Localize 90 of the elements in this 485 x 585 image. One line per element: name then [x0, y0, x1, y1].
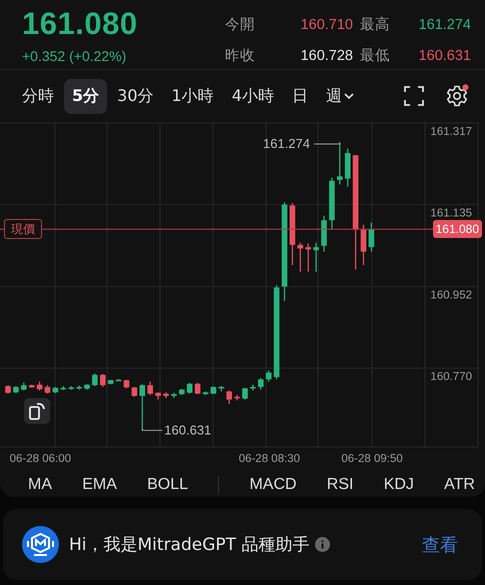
candle [147, 382, 153, 396]
time-axis-label: 06-28 06:00 [10, 453, 71, 465]
stat-value: 160.728 [300, 46, 353, 66]
time-axis-label: 06-28 08:30 [238, 453, 300, 465]
timeframe-tab[interactable]: 4小時 [224, 78, 282, 114]
candle [5, 385, 11, 394]
stat-value: 160.631 [418, 46, 471, 66]
candle [329, 178, 335, 230]
timeframe-tab[interactable]: 1小時 [164, 78, 222, 114]
candle [337, 142, 343, 184]
candle [171, 392, 177, 398]
candle [68, 386, 74, 390]
indicator-tab[interactable]: MA [28, 476, 52, 494]
candle [290, 203, 296, 266]
leader-line [314, 142, 340, 144]
stat-label: 最高 [359, 16, 391, 35]
candle [100, 374, 106, 387]
info-icon[interactable] [315, 537, 330, 552]
candle [155, 392, 161, 400]
indicator-tab[interactable]: MACD [249, 476, 297, 494]
timeframe-tab[interactable]: 30分 [109, 78, 162, 114]
price-axis-label: 161.135 [430, 208, 472, 220]
candle [218, 386, 224, 392]
candle [52, 386, 58, 394]
price-axis-label: 160.952 [430, 290, 472, 302]
candle [116, 378, 122, 382]
candle [234, 395, 240, 400]
low-price-label: 160.631 [164, 422, 212, 438]
view-link[interactable]: 查看 [422, 532, 458, 556]
price-value: 161.080 [22, 6, 139, 42]
rotate-icon [28, 401, 46, 421]
candle [92, 374, 98, 386]
candle [179, 388, 185, 396]
candle [76, 386, 82, 390]
candle [21, 382, 27, 391]
stat-label: 昨收 [225, 46, 256, 66]
candle [258, 378, 264, 390]
candle [186, 382, 192, 394]
assistant-message: Hi，我是MitradeGPT 品種助手 [69, 534, 310, 556]
time-axis-label: 06-28 09:50 [341, 453, 403, 465]
candle [13, 386, 19, 394]
indicator-tab[interactable]: ATR [444, 476, 475, 494]
candle [226, 390, 232, 404]
indicator-tab[interactable]: EMA [82, 476, 117, 494]
candle [313, 242, 319, 272]
leader-line [142, 428, 163, 431]
candle [368, 222, 374, 252]
candle [28, 384, 34, 388]
stat-label: 最低 [359, 46, 391, 66]
indicator-tab[interactable]: RSI [326, 476, 354, 494]
rotate-button[interactable] [24, 398, 50, 424]
candle [60, 386, 66, 390]
candle [163, 392, 169, 398]
high-price-label: 161.274 [263, 136, 310, 151]
stat-label: 今開 [225, 16, 256, 35]
candle [344, 148, 350, 187]
settings-icon[interactable] [445, 84, 469, 108]
timeframe-tab[interactable]: 日 [284, 78, 316, 114]
price-axis-label: 160.770 [430, 371, 472, 384]
candle [210, 386, 216, 394]
candle [305, 244, 311, 272]
candle [132, 386, 138, 397]
timeframe-tab[interactable]: 分時 [14, 78, 62, 114]
candle [44, 385, 50, 394]
candle [298, 242, 304, 272]
indicator-tab[interactable]: BOLL [147, 476, 188, 494]
candle [360, 224, 366, 266]
fullscreen-icon[interactable] [403, 85, 425, 107]
current-price-label: 161.080 [432, 220, 482, 238]
stat-value: 161.274 [418, 16, 471, 35]
assistant-avatar-icon [22, 526, 59, 563]
candle [36, 382, 42, 391]
price-axis-label: 161.317 [430, 126, 472, 138]
candle [84, 384, 90, 390]
timeframe-tab[interactable]: 週 [318, 78, 362, 114]
candle [140, 384, 146, 430]
candle [202, 391, 208, 396]
indicator-tab[interactable]: KDJ [384, 476, 414, 494]
candle [250, 384, 256, 391]
candle [266, 370, 272, 382]
candle [194, 382, 200, 394]
stat-value: 160.710 [300, 16, 353, 35]
candle [242, 388, 248, 400]
current-price-tag: 現價 [4, 219, 42, 240]
timeframe-tab[interactable]: 5分 [64, 78, 108, 114]
candle [124, 380, 130, 388]
caret-icon [344, 92, 354, 100]
candle [321, 216, 327, 252]
candle [108, 380, 114, 384]
price-change: +0.352 (+0.22%) [22, 48, 128, 64]
